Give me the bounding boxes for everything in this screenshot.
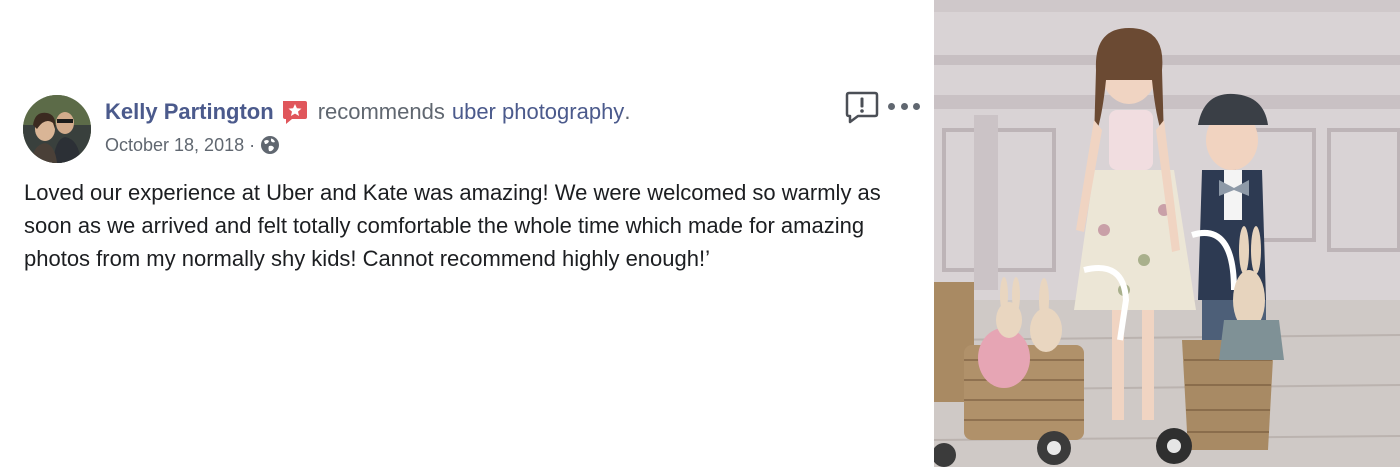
review-photo xyxy=(934,0,1400,467)
review-meta: October 18, 2018 · xyxy=(105,133,280,157)
period-text: . xyxy=(624,99,631,124)
report-button[interactable] xyxy=(845,90,879,124)
more-options-dot xyxy=(900,102,908,110)
review-header: Kelly Partington recommends uber photogr… xyxy=(105,97,630,127)
globe-icon[interactable] xyxy=(260,135,280,155)
page-name-link[interactable]: uber photography xyxy=(452,99,624,125)
author-name-link[interactable]: Kelly Partington xyxy=(105,99,274,125)
more-options-dot xyxy=(913,102,920,110)
more-options-button[interactable] xyxy=(888,96,920,116)
report-exclamation-icon xyxy=(845,91,879,124)
review-card: Kelly Partington recommends uber photogr… xyxy=(0,0,934,467)
review-text: Loved our experience at Uber and Kate wa… xyxy=(24,180,881,271)
recommends-text: recommends xyxy=(317,99,445,124)
meta-separator: · xyxy=(249,134,256,155)
review-date-link[interactable]: October 18, 2018 xyxy=(105,135,244,156)
recommendation-star-badge-icon xyxy=(280,98,308,126)
avatar[interactable] xyxy=(23,95,91,163)
more-options-icon xyxy=(888,102,895,110)
